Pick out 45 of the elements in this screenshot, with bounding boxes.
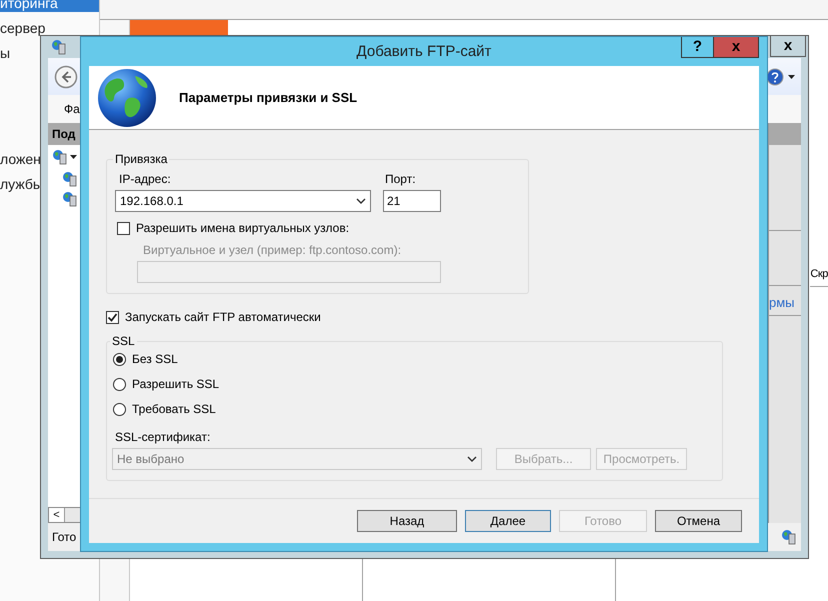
radio-button[interactable]: [113, 402, 126, 416]
radio-button[interactable]: [113, 378, 126, 390]
sidebar-item[interactable]: иторинга: [0, 0, 99, 12]
radio-label: Без SSL: [132, 352, 178, 366]
actions-link[interactable]: рмы: [769, 286, 801, 316]
back-icon[interactable]: [54, 64, 78, 88]
help-button[interactable]: ?: [681, 37, 714, 58]
checkbox[interactable]: [117, 222, 130, 234]
sidebar-item[interactable]: сервер: [0, 19, 99, 37]
checkbox-label: Разрешить имена виртуальных узлов:: [136, 221, 350, 235]
close-button[interactable]: x: [770, 36, 806, 57]
dialog-button[interactable]: Назад: [357, 510, 457, 532]
page-heading: Параметры привязки и SSL: [179, 90, 358, 105]
chevron-icon: [356, 198, 366, 204]
chevron-icon: [467, 456, 477, 462]
menu-item[interactable]: Фа: [64, 102, 80, 116]
pane-header: [769, 123, 801, 145]
dialog-button[interactable]: Далее: [465, 510, 551, 532]
port-field[interactable]: 21: [383, 190, 441, 212]
server-icon: [781, 529, 797, 545]
dialog-button[interactable]: Отмена: [655, 510, 742, 532]
field-label: Порт:: [384, 172, 417, 186]
scroll-left-button[interactable]: <: [49, 508, 65, 522]
radio-label: Разрешить SSL: [132, 377, 220, 391]
close-button[interactable]: x: [713, 37, 759, 58]
radio-label: Требовать SSL: [132, 402, 216, 416]
group-title: Привязка: [114, 152, 168, 166]
app-icon: [51, 39, 67, 55]
field-label: SSL-сертификат:: [114, 430, 212, 444]
group-title: SSL: [111, 334, 136, 348]
window-title: Добавить FTP-сайт: [356, 42, 492, 60]
field-label: IP-адрес:: [118, 172, 172, 186]
checkbox-label: Запускать сайт FTP автоматически: [125, 310, 321, 324]
status-text: Гото: [52, 530, 76, 544]
caret-icon[interactable]: [70, 155, 77, 159]
ip-dropdown[interactable]: 192.168.0.1: [115, 190, 371, 212]
caret-icon[interactable]: [788, 74, 795, 78]
radio-button[interactable]: [113, 352, 126, 366]
globe-icon: [97, 68, 157, 128]
tree-node-icon: [62, 171, 78, 187]
side-label: Скр: [810, 268, 828, 280]
tree-node-icon: [62, 191, 78, 207]
field-label: Виртуальное и узел (пример: ftp.contoso.com):: [142, 243, 402, 257]
connect-icon: [52, 149, 68, 165]
checkbox[interactable]: [106, 310, 119, 324]
